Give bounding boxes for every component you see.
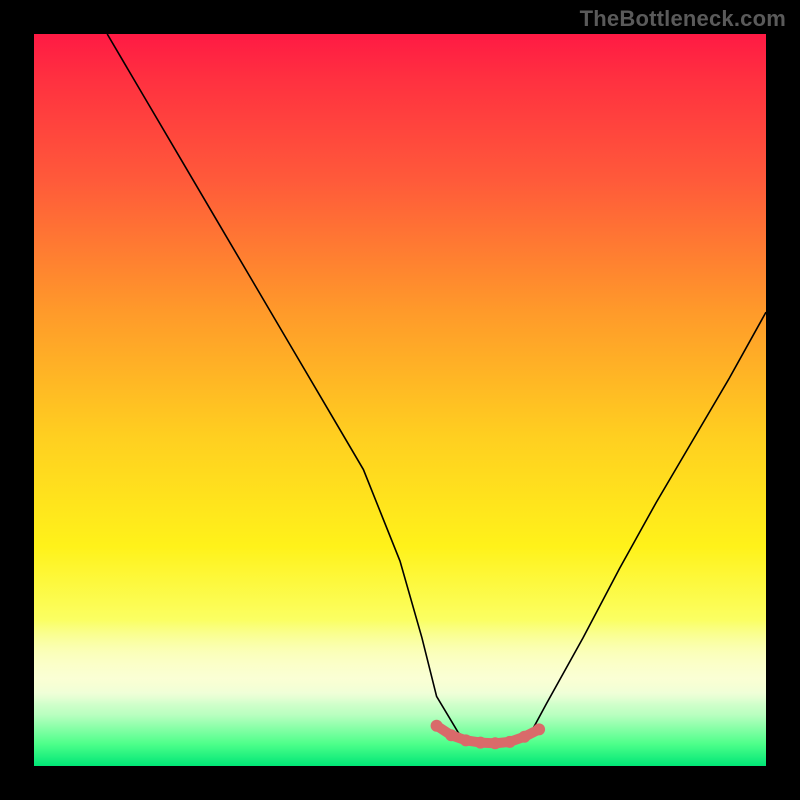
watermark-text: TheBottleneck.com xyxy=(580,6,786,32)
minimum-marker-dot xyxy=(431,720,443,732)
minimum-marker-dot xyxy=(504,736,516,748)
bottleneck-curve-line xyxy=(107,34,766,744)
minimum-marker-dot xyxy=(489,737,501,749)
minimum-marker-dot xyxy=(518,731,530,743)
minimum-marker-dot xyxy=(475,737,487,749)
chart-svg xyxy=(34,34,766,766)
minimum-marker-dot xyxy=(460,734,472,746)
minimum-markers xyxy=(431,720,545,750)
plot-area xyxy=(34,34,766,766)
minimum-marker-dot xyxy=(533,723,545,735)
minimum-marker-dot xyxy=(445,729,457,741)
